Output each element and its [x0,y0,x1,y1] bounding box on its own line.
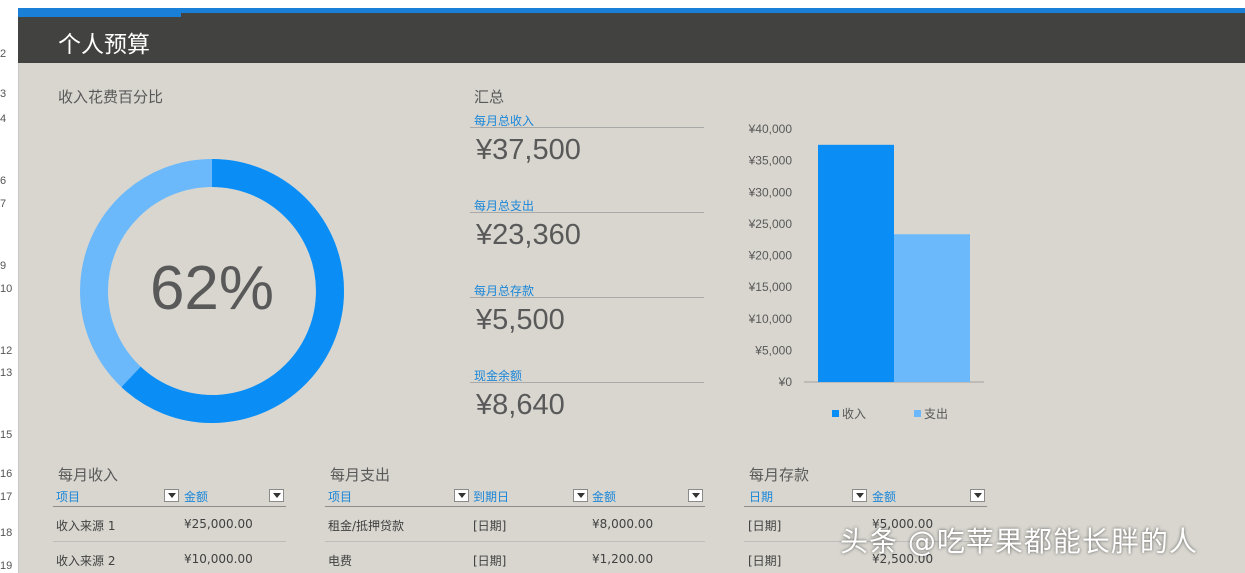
savings-col-date: 日期 [749,490,774,504]
accent-tab [18,13,181,17]
y-tick-label: ¥5,000 [754,343,792,357]
filter-dropdown-icon[interactable] [688,489,703,502]
row-number[interactable]: 7 [0,198,16,210]
savings-row-1-date[interactable]: [日期] [748,517,781,534]
legend-label: 支出 [924,407,948,421]
legend-label: 收入 [842,407,866,421]
y-tick-label: ¥15,000 [748,280,793,294]
row-number[interactable]: 9 [0,260,16,272]
row-number[interactable]: 4 [0,113,16,125]
legend-swatch [914,410,921,417]
summary-heading: 汇总 [474,88,505,106]
y-tick-label: ¥25,000 [748,217,793,231]
row-number[interactable]: 6 [0,175,16,187]
donut-percent-label: 62% [150,254,274,323]
income-heading: 每月收入 [58,466,119,484]
donut-chart[interactable]: 62% [78,157,346,425]
expense-row-1-item[interactable]: 租金/抵押贷款 [328,517,404,534]
y-tick-label: ¥35,000 [748,154,793,168]
savings-col-amount: 金额 [872,490,897,504]
summary-value-balance: ¥8,640 [476,389,565,421]
expense-row-1-amount[interactable]: ¥8,000.00 [592,517,653,531]
filter-dropdown-icon[interactable] [970,489,985,502]
row-number[interactable]: 15 [0,429,16,441]
table-header-underline [53,506,286,507]
filter-dropdown-icon[interactable] [852,489,867,502]
y-tick-label: ¥30,000 [748,185,793,199]
table-header-underline [744,506,987,507]
percent-heading: 收入花费百分比 [58,88,164,106]
row-number[interactable]: 3 [0,88,16,100]
income-row-2-amount[interactable]: ¥10,000.00 [184,552,253,566]
expense-heading: 每月支出 [330,466,391,484]
summary-divider [470,382,704,383]
expense-row-2-amount[interactable]: ¥1,200.00 [592,552,653,566]
summary-divider [470,127,704,128]
page-title: 个人预算 [58,32,150,58]
row-number[interactable]: 2 [0,48,16,60]
bar-income[interactable] [818,144,894,382]
row-number[interactable]: 17 [0,491,16,503]
row-number[interactable]: 10 [0,283,16,295]
income-col-item: 项目 [56,490,81,504]
table-row-divider [325,541,705,542]
summary-divider [470,297,704,298]
row-number[interactable]: 19 [0,560,16,572]
expense-col-amount: 金额 [592,490,617,504]
row-header-gutter: 2 3 4 6 7 9 10 12 13 15 16 17 18 19 [0,0,19,573]
savings-row-2-date[interactable]: [日期] [748,552,781,569]
watermark: 头条 @吃苹果都能长胖的人 [840,525,1198,558]
summary-value-savings: ¥5,500 [476,304,565,336]
summary-value-income: ¥37,500 [476,134,581,166]
table-header-underline [325,506,705,507]
filter-dropdown-icon[interactable] [454,489,469,502]
title-bar [18,13,1245,63]
savings-heading: 每月存款 [749,466,810,484]
table-row-divider [53,541,286,542]
expense-row-1-due[interactable]: [日期] [473,517,506,534]
y-tick-label: ¥0 [778,375,793,389]
summary-value-expense: ¥23,360 [476,219,581,251]
filter-dropdown-icon[interactable] [164,489,179,502]
filter-dropdown-icon[interactable] [573,489,588,502]
row-number[interactable]: 16 [0,468,16,480]
legend-swatch [832,410,839,417]
income-row-2-item[interactable]: 收入来源 2 [56,552,115,569]
bar-expense[interactable] [894,234,970,382]
bar-chart[interactable]: ¥0 ¥5,000 ¥10,000 ¥15,000 ¥20,000 ¥25,000 ¥30,… [740,118,1000,433]
y-tick-label: ¥20,000 [748,249,793,263]
expense-row-2-item[interactable]: 电费 [328,552,352,569]
expense-row-2-due[interactable]: [日期] [473,552,506,569]
filter-dropdown-icon[interactable] [269,489,284,502]
summary-divider [470,212,704,213]
income-row-1-amount[interactable]: ¥25,000.00 [184,517,253,531]
y-tick-label: ¥40,000 [748,122,793,136]
y-tick-label: ¥10,000 [748,312,793,326]
sheet-top-edge [18,0,1245,8]
expense-col-due: 到期日 [473,490,510,504]
income-row-1-item[interactable]: 收入来源 1 [56,517,115,534]
row-number[interactable]: 13 [0,367,16,379]
row-number[interactable]: 12 [0,345,16,357]
income-col-amount: 金额 [184,490,209,504]
expense-col-item: 项目 [328,490,353,504]
row-number[interactable]: 18 [0,527,16,539]
